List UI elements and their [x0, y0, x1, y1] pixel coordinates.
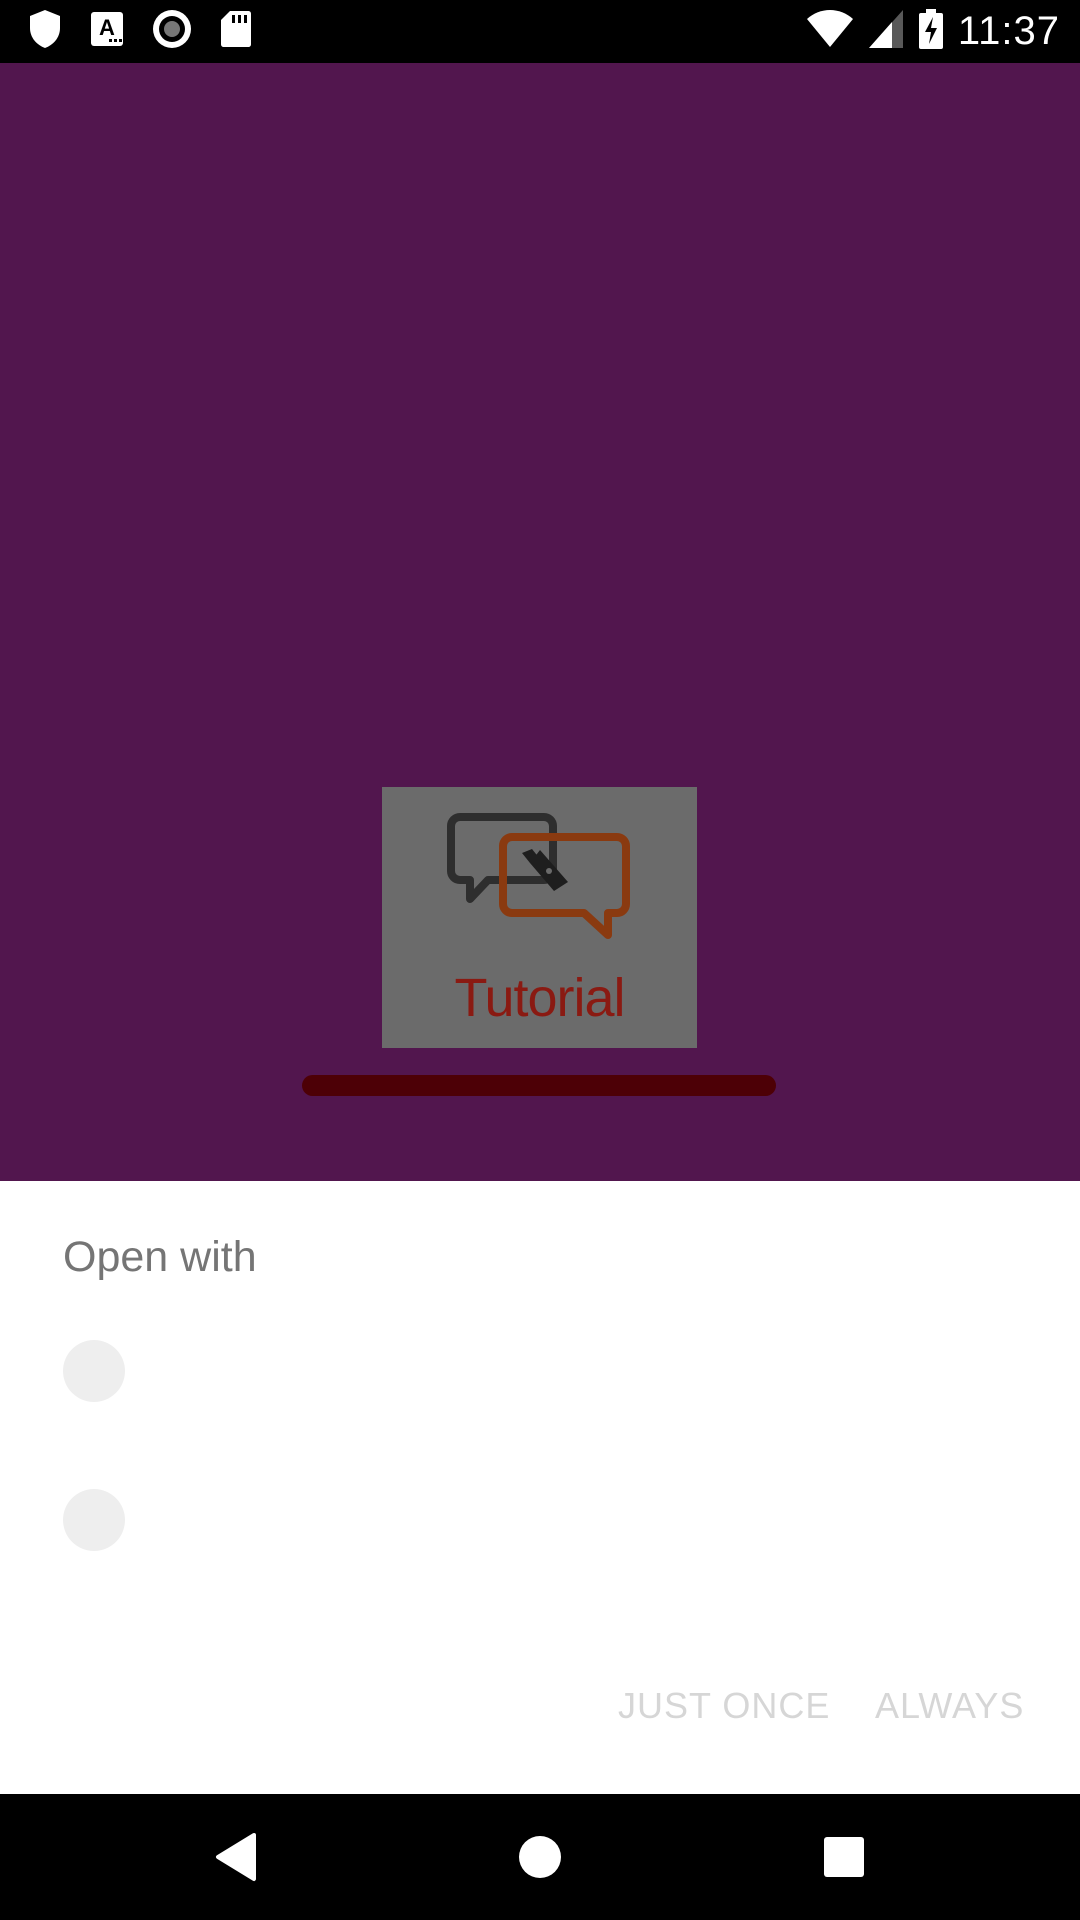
status-left-icons: A [28, 9, 252, 54]
placeholder-app-icon [63, 1489, 125, 1551]
sheet-title: Open with [63, 1233, 257, 1281]
placeholder-app-icon [63, 1340, 125, 1402]
open-with-sheet: Open with JUST ONCE ALWAYS [0, 1181, 1080, 1794]
status-right-icons: 11:37 [806, 8, 1060, 54]
back-icon [216, 1833, 256, 1881]
status-bar: A 11:37 [0, 0, 1080, 63]
record-icon [152, 9, 192, 54]
shield-icon [28, 9, 62, 54]
app-logo: Tutorial [382, 787, 697, 1048]
progress-bar [302, 1075, 776, 1096]
status-time: 11:37 [957, 8, 1060, 53]
chat-bubbles-pen-icon [447, 813, 630, 939]
back-button[interactable] [203, 1824, 269, 1890]
just-once-button[interactable]: JUST ONCE [618, 1685, 830, 1727]
app-option-2[interactable] [0, 1450, 1080, 1590]
home-icon [519, 1836, 561, 1878]
wifi-icon [806, 9, 854, 54]
home-button[interactable] [507, 1824, 573, 1890]
navigation-bar [0, 1794, 1080, 1920]
cell-signal-icon [868, 9, 904, 54]
screen: A 11:37 Tutorial Open with JUST ONCE ALW… [0, 0, 1080, 1920]
recents-icon [824, 1837, 864, 1877]
recents-button[interactable] [811, 1824, 877, 1890]
logo-text: Tutorial [454, 968, 625, 1028]
sd-card-icon [220, 10, 252, 53]
accessibility-a-icon: A [90, 11, 124, 52]
battery-charging-icon [918, 8, 944, 54]
app-option-1[interactable] [0, 1301, 1080, 1441]
always-button[interactable]: ALWAYS [875, 1685, 1024, 1727]
svg-text:A: A [99, 15, 115, 40]
